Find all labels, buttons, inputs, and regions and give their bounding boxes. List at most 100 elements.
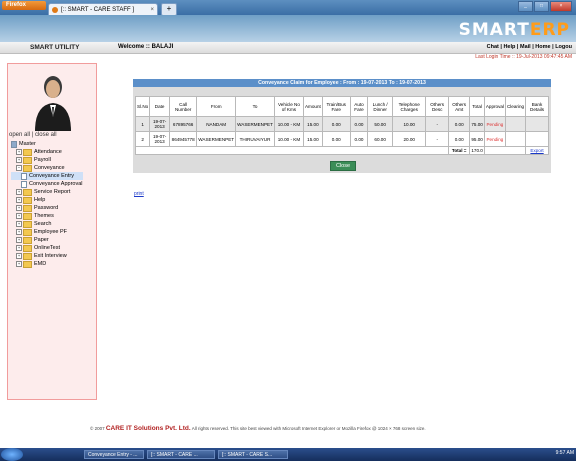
table-cell: 864945778 bbox=[169, 131, 198, 147]
home-link[interactable]: Home bbox=[535, 44, 550, 50]
folder-icon bbox=[23, 212, 32, 220]
expand-icon[interactable]: + bbox=[16, 157, 22, 163]
table-row: 1 19-07-2013 67895766 NANDAM WASERMENPET 10.0… bbox=[134, 116, 549, 132]
folder-icon bbox=[23, 156, 32, 164]
sidebar-item-label: Attendance bbox=[34, 149, 62, 155]
table-cell: 95.00 bbox=[469, 131, 485, 147]
expand-icon[interactable]: + bbox=[16, 221, 22, 227]
sidebar-item-label: Employee PF bbox=[34, 229, 68, 235]
table-cell: 0.00 bbox=[321, 131, 351, 147]
chat-link[interactable]: Chat bbox=[487, 44, 499, 50]
sidebar-item[interactable]: + Payroll bbox=[11, 156, 83, 164]
taskbar-item-smart-1[interactable]: [:: SMART - CARE ... bbox=[147, 450, 215, 459]
sidebar-item[interactable]: Conveyance Approval bbox=[11, 180, 83, 188]
sidebar-item-label: Payroll bbox=[34, 157, 51, 163]
folder-icon bbox=[23, 164, 32, 172]
export-link[interactable]: Export bbox=[525, 146, 549, 155]
close-button[interactable]: Close bbox=[330, 161, 356, 171]
expand-icon[interactable]: + bbox=[16, 197, 22, 203]
taskbar-item-smart-2[interactable]: [:: SMART - CARE S... bbox=[218, 450, 288, 459]
expand-icon[interactable]: + bbox=[16, 245, 22, 251]
table-row: 2 19-07-2013 864945778 WASERMENPET THIRUVAIY… bbox=[134, 131, 549, 147]
system-clock: 9:57 AM bbox=[555, 450, 574, 456]
sidebar-item[interactable]: + EMD bbox=[11, 260, 83, 268]
table-cell: 1 bbox=[134, 116, 151, 132]
sidebar-item[interactable]: + Search bbox=[11, 220, 83, 228]
total-label: Total = bbox=[447, 146, 471, 155]
firefox-menu-button[interactable]: Firefox bbox=[2, 1, 46, 10]
expand-icon[interactable]: + bbox=[16, 261, 22, 267]
table-cell: THIRUVAIYUR bbox=[235, 131, 275, 147]
table-cell: - bbox=[425, 131, 449, 147]
copyright-text: © 2007 bbox=[90, 426, 105, 431]
footer: © 2007 CARE IT Solutions Pvt. Ltd. All r… bbox=[90, 425, 426, 432]
sidebar-item[interactable]: Conveyance Entry bbox=[11, 172, 83, 180]
close-all-link[interactable]: close all bbox=[35, 132, 57, 138]
sidebar-item-label: Conveyance Entry bbox=[29, 173, 74, 179]
sidebar-item[interactable]: + Attendance bbox=[11, 148, 83, 156]
table-cell: WASERMENPET bbox=[196, 131, 237, 147]
column-header: Lunch / Dinner bbox=[367, 96, 393, 117]
column-header: Vehicle No of Kms bbox=[273, 96, 304, 117]
table-cell: 50.00 bbox=[367, 116, 393, 132]
browser-tab[interactable]: [:: SMART - CARE STAFF ] × bbox=[48, 3, 158, 15]
window-close-icon[interactable]: × bbox=[550, 1, 572, 12]
table-cell bbox=[525, 116, 549, 132]
table-cell: 15.00 bbox=[302, 131, 323, 147]
sidebar-item[interactable]: + Password bbox=[11, 204, 83, 212]
logo-primary: SMART bbox=[458, 20, 530, 40]
table-cell: Pending bbox=[483, 131, 506, 147]
sidebar-item[interactable]: + Service Report bbox=[11, 188, 83, 196]
sidebar-item[interactable]: + OnlineTest bbox=[11, 244, 83, 252]
help-link[interactable]: Help bbox=[503, 44, 515, 50]
table-cell: NANDAM bbox=[196, 116, 237, 132]
window-controls: _ □ × bbox=[518, 1, 572, 12]
column-header: Call Number bbox=[169, 96, 198, 117]
column-header: Date bbox=[149, 96, 171, 117]
open-all-link[interactable]: open all bbox=[9, 132, 30, 138]
table-cell: Pending bbox=[483, 116, 506, 132]
conveyance-panel: Conveyance Claim for Employee : From : 1… bbox=[133, 79, 551, 173]
expand-icon[interactable]: + bbox=[16, 189, 22, 195]
folder-icon bbox=[23, 236, 32, 244]
expand-icon[interactable]: + bbox=[16, 253, 22, 259]
sidebar-item-label: Password bbox=[34, 205, 59, 211]
sidebar-item-label: Service Report bbox=[34, 189, 71, 195]
print-link[interactable]: print bbox=[134, 191, 144, 197]
expand-icon[interactable]: + bbox=[16, 149, 22, 155]
sidebar-item[interactable]: + Employee PF bbox=[11, 228, 83, 236]
logo-accent: ERP bbox=[529, 20, 570, 40]
sidebar-item[interactable]: + Help bbox=[11, 196, 83, 204]
last-login-text: Last Login Time :: 19-Jul-2013 09:47:45 … bbox=[475, 54, 572, 60]
maximize-icon[interactable]: □ bbox=[534, 1, 549, 12]
logout-link[interactable]: Logou bbox=[555, 44, 572, 50]
mail-link[interactable]: Mail bbox=[520, 44, 531, 50]
table-cell: 0.00 bbox=[321, 116, 351, 132]
collapse-icon[interactable]: − bbox=[16, 165, 22, 171]
taskbar-item-conveyance[interactable]: Conveyance Entry - ... bbox=[84, 450, 144, 459]
conveyance-table: Sl.No Date Call Number From To Vehicle No of … bbox=[134, 96, 549, 155]
sidebar-item-label: Help bbox=[34, 197, 46, 203]
start-button-icon[interactable] bbox=[1, 448, 23, 461]
sidebar-item-label: Master bbox=[19, 141, 36, 147]
folder-icon bbox=[23, 220, 32, 228]
expand-icon[interactable]: + bbox=[16, 205, 22, 211]
sidebar-item[interactable]: Master bbox=[11, 140, 83, 148]
table-cell: 19-07-2013 bbox=[149, 116, 171, 132]
sidebar-item[interactable]: + Themes bbox=[11, 212, 83, 220]
minimize-icon[interactable]: _ bbox=[518, 1, 533, 12]
column-header: To bbox=[235, 96, 275, 117]
sidebar-item[interactable]: + Paper bbox=[11, 236, 83, 244]
welcome-text: Welcome :: BALAJI bbox=[118, 44, 174, 50]
folder-icon bbox=[23, 148, 32, 156]
expand-icon[interactable]: + bbox=[16, 237, 22, 243]
app-header: SMARTERP bbox=[0, 15, 576, 42]
sidebar-item-label: Conveyance bbox=[34, 165, 65, 171]
sidebar-item[interactable]: + Exit Interview bbox=[11, 252, 83, 260]
table-header-row: Sl.No Date Call Number From To Vehicle No of … bbox=[134, 96, 549, 117]
expand-icon[interactable]: + bbox=[16, 229, 22, 235]
sidebar-item[interactable]: − Conveyance bbox=[11, 164, 83, 172]
top-navbar: SMART UTILITY Welcome :: BALAJI Chat | H… bbox=[0, 42, 576, 54]
total-value: 170.0 bbox=[469, 146, 485, 155]
expand-icon[interactable]: + bbox=[16, 213, 22, 219]
